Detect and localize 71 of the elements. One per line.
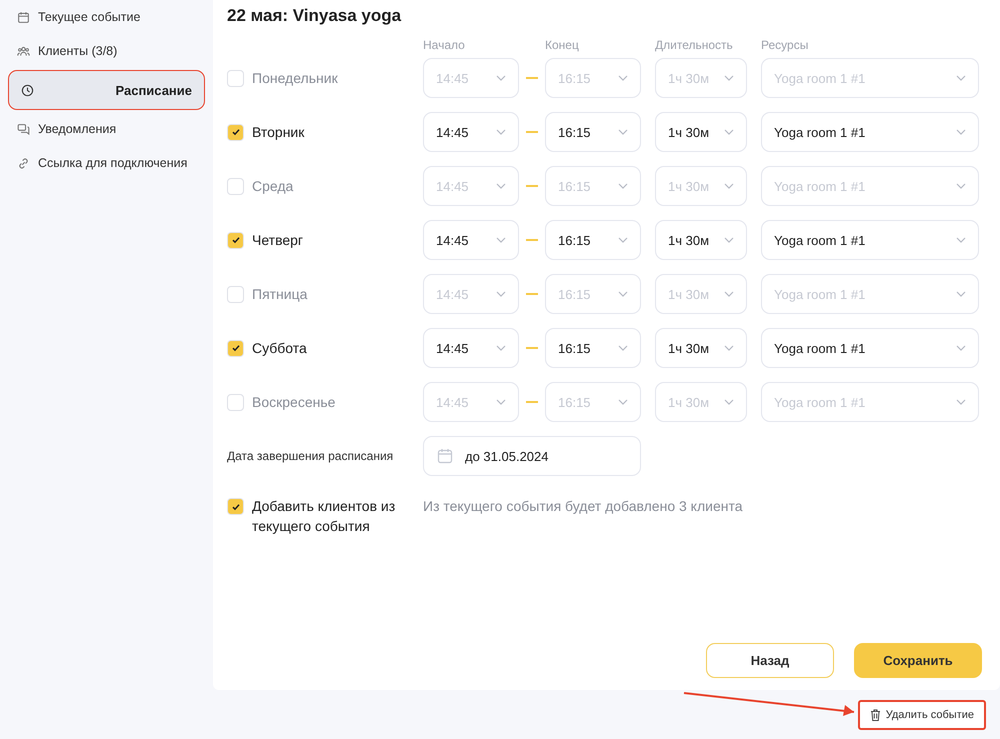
- delete-button[interactable]: Удалить событие: [858, 700, 986, 730]
- chevron-down-icon: [724, 345, 734, 351]
- chevron-down-icon: [496, 129, 506, 135]
- calendar-icon: [437, 448, 453, 464]
- resource-select[interactable]: Yoga room 1 #1: [761, 328, 979, 368]
- chevron-down-icon: [724, 291, 734, 297]
- sidebar-item[interactable]: Текущее событие: [8, 2, 205, 32]
- column-header: Ресурсы: [761, 38, 810, 52]
- chevron-down-icon: [724, 237, 734, 243]
- chevron-down-icon: [724, 129, 734, 135]
- chevron-down-icon: [496, 399, 506, 405]
- duration-select[interactable]: 1ч 30м: [655, 220, 747, 260]
- resource-select[interactable]: Yoga room 1 #1: [761, 220, 979, 260]
- chat-icon: [17, 122, 30, 136]
- date-field[interactable]: до 31.05.2024: [423, 436, 641, 476]
- chevron-down-icon: [956, 345, 966, 351]
- sidebar-item[interactable]: Клиенты (3/8): [8, 36, 205, 66]
- chevron-down-icon: [618, 291, 628, 297]
- chevron-down-icon: [956, 129, 966, 135]
- check-icon: [230, 235, 240, 245]
- trash-icon: [870, 709, 881, 721]
- chevron-down-icon: [956, 183, 966, 189]
- day-checkbox[interactable]: Четверг: [227, 232, 423, 248]
- chevron-down-icon: [956, 75, 966, 81]
- chevron-down-icon: [496, 291, 506, 297]
- chevron-down-icon: [618, 75, 628, 81]
- end-time-select[interactable]: 16:15: [545, 328, 641, 368]
- end-time-select[interactable]: 16:15: [545, 112, 641, 152]
- chevron-down-icon: [618, 345, 628, 351]
- sidebar-item[interactable]: Ссылка для подключения: [8, 148, 205, 178]
- chevron-down-icon: [618, 399, 628, 405]
- column-header: Длительность: [655, 38, 734, 52]
- chevron-down-icon: [956, 291, 966, 297]
- column-header: Начало: [423, 38, 466, 52]
- back-button[interactable]: Назад: [706, 643, 834, 678]
- info-text: Из текущего события будет добавлено 3 клиента: [423, 497, 743, 516]
- field-label: Дата завершения расписания: [227, 449, 394, 463]
- chevron-down-icon: [496, 183, 506, 189]
- chevron-down-icon: [496, 237, 506, 243]
- start-time-select[interactable]: 14:45: [423, 328, 519, 368]
- chevron-down-icon: [496, 345, 506, 351]
- chevron-down-icon: [724, 75, 734, 81]
- day-checkbox[interactable]: Вторник: [227, 124, 423, 140]
- clock-icon: [21, 84, 34, 96]
- chevron-down-icon: [496, 75, 506, 81]
- chevron-down-icon: [956, 399, 966, 405]
- save-button[interactable]: Сохранить: [854, 643, 982, 678]
- duration-select[interactable]: 1ч 30м: [655, 112, 747, 152]
- chevron-down-icon: [956, 237, 966, 243]
- chevron-down-icon: [618, 183, 628, 189]
- check-icon: [230, 127, 240, 137]
- chevron-down-icon: [618, 237, 628, 243]
- calendar-icon: [17, 10, 30, 24]
- column-header: Конец: [545, 38, 580, 52]
- duration-select[interactable]: 1ч 30м: [655, 328, 747, 368]
- chevron-down-icon: [724, 399, 734, 405]
- add-clients-checkbox[interactable]: Добавить клиентов из текущего события: [227, 496, 423, 536]
- resource-select[interactable]: Yoga room 1 #1: [761, 112, 979, 152]
- link-icon: [17, 156, 30, 170]
- chevron-down-icon: [618, 129, 628, 135]
- end-time-select[interactable]: 16:15: [545, 220, 641, 260]
- chevron-down-icon: [724, 183, 734, 189]
- sidebar-item[interactable]: Уведомления: [8, 114, 205, 144]
- people-icon: [17, 44, 30, 58]
- day-checkbox[interactable]: Суббота: [227, 340, 423, 356]
- check-icon: [230, 343, 240, 353]
- sidebar-item[interactable]: Расписание: [8, 70, 205, 110]
- start-time-select[interactable]: 14:45: [423, 112, 519, 152]
- start-time-select[interactable]: 14:45: [423, 220, 519, 260]
- check-icon: [230, 502, 240, 512]
- page-title: 22 мая: Vinyasa yoga: [227, 5, 402, 27]
